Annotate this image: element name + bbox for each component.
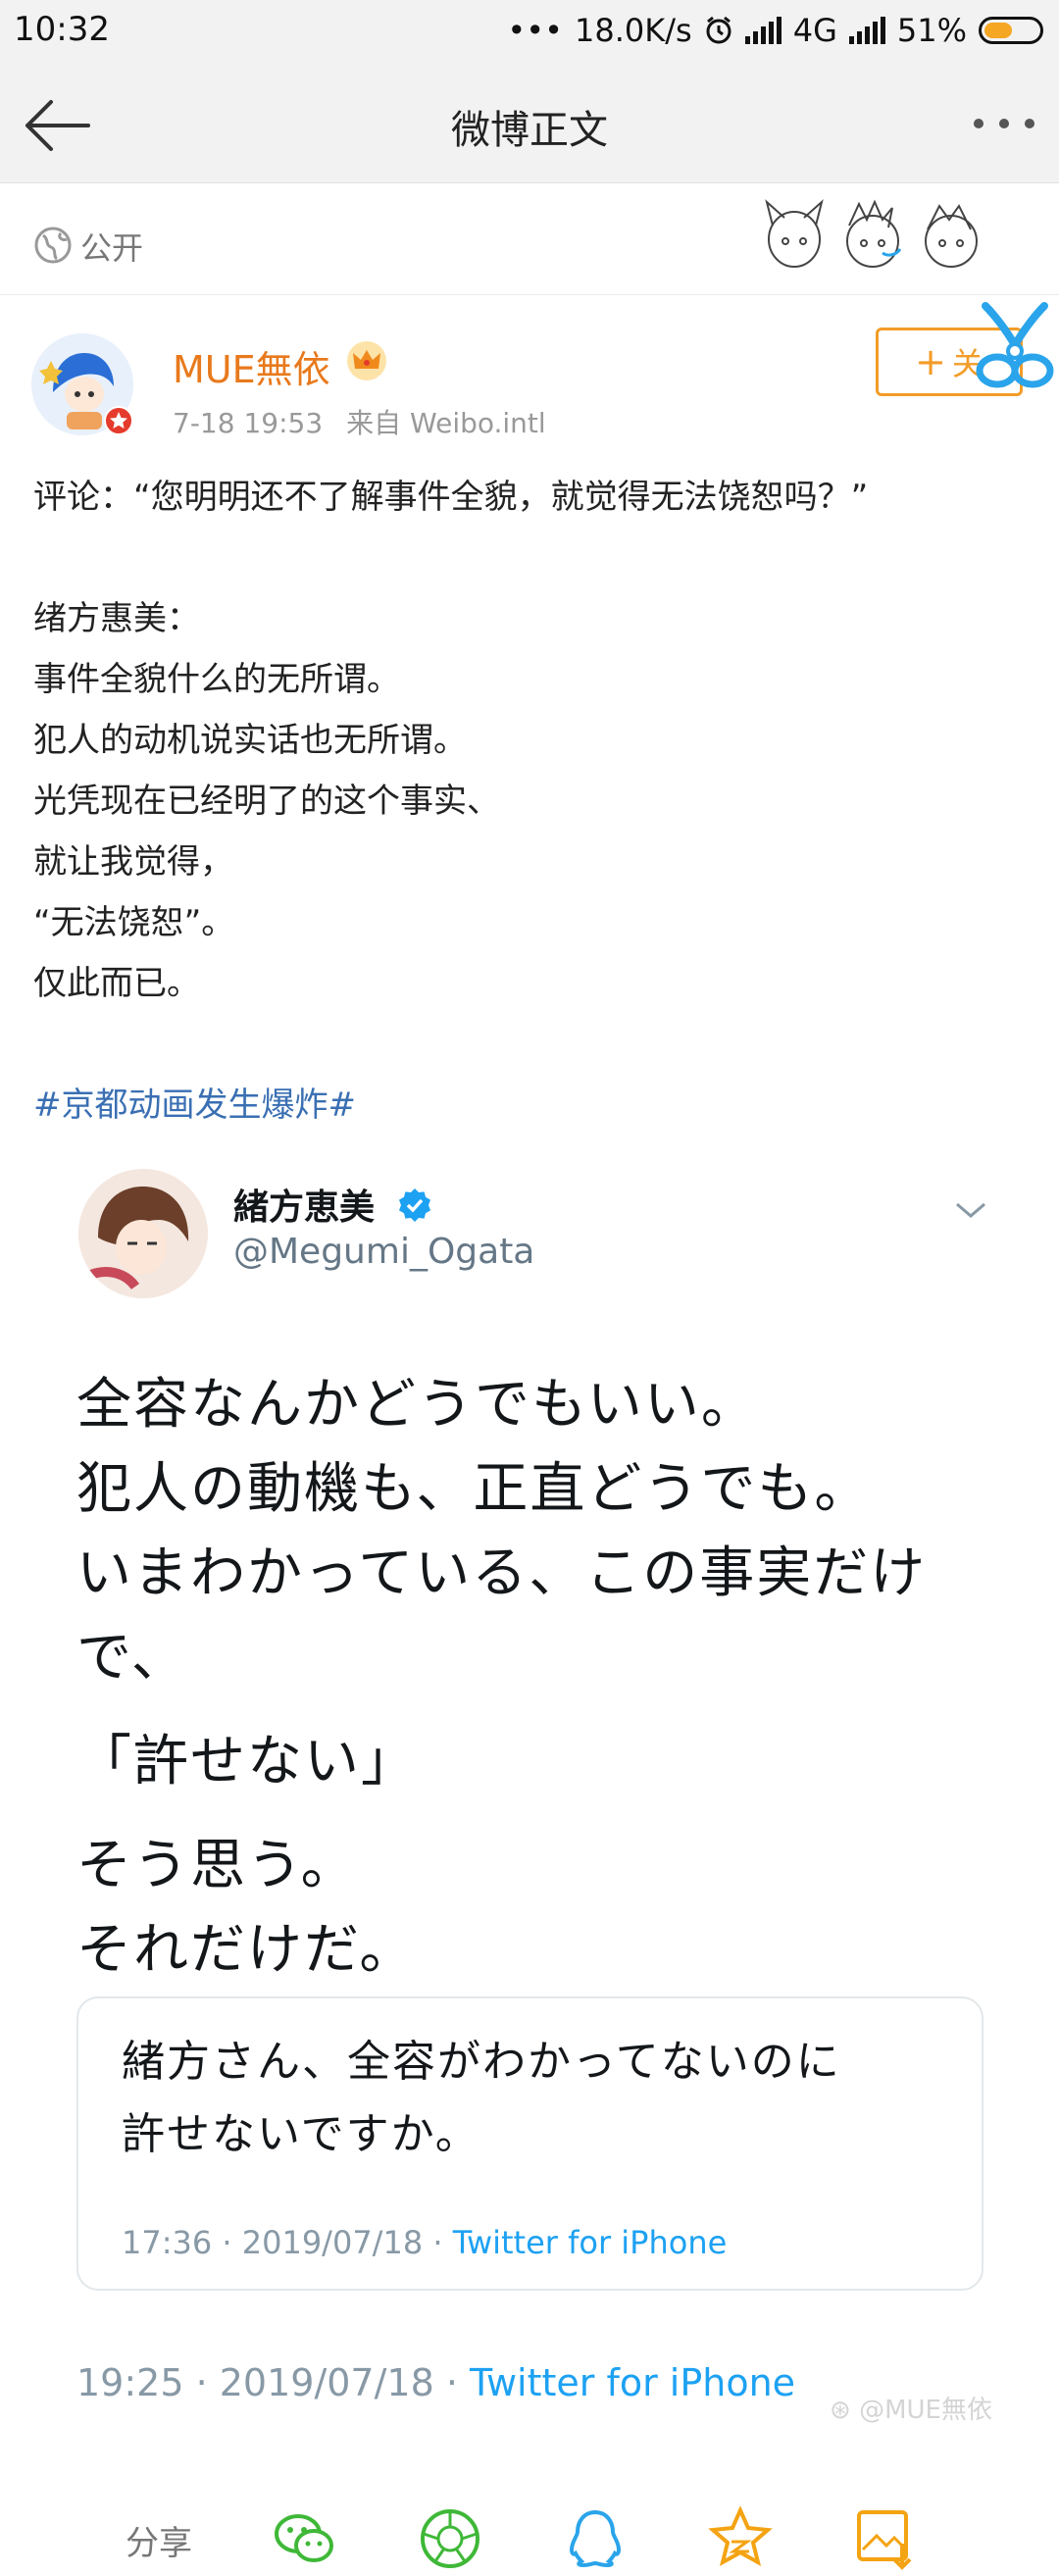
weibo-watermark: ⊛ @MUE無依 [830, 2390, 992, 2426]
signal-icon [744, 17, 782, 44]
post-source: 来自 Weibo.intl [346, 407, 546, 439]
save-image-icon[interactable] [853, 2506, 918, 2571]
twitter-verified-icon [399, 1188, 430, 1222]
post-line: 事件全貌什么的无所谓。 [33, 660, 400, 699]
post-time: 7-18 19:53 [173, 407, 324, 439]
decorative-characters-image [765, 199, 978, 268]
signal-icon-2 [848, 17, 885, 44]
post-line: 绪方惠美： [33, 599, 200, 638]
plus-icon: + [915, 340, 946, 383]
tweet-text-line: で、 [76, 1626, 188, 1690]
qq-icon[interactable] [563, 2506, 628, 2571]
quoted-tweet-text: 緒方さん、全容がわかってないのに 許せないですか。 [122, 2026, 841, 2171]
post-meta: 7-18 19:53 来自 Weibo.intl [173, 402, 546, 441]
tweet-handle: @Megumi_Ogata [233, 1232, 535, 1272]
crown-icon [347, 341, 386, 380]
post-body: 评论：“您明明还不了解事件全貌，就觉得无法饶恕吗？” 绪方惠美： 事件全貌什么的… [33, 467, 1034, 1136]
wechat-icon[interactable] [273, 2506, 337, 2571]
post-line: 光凭现在已经明了的这个事实、 [33, 782, 500, 821]
quoted-text-line: 許せないですか。 [122, 2109, 480, 2159]
post-line: “无法饶恕”。 [33, 903, 235, 942]
tweet-author-name: 緒方恵美 [233, 1187, 376, 1228]
tweet-text-line: いまわかっている、この事実だけ [76, 1541, 928, 1605]
post-line: 仅此而已。 [33, 964, 200, 1003]
status-time: 10:32 [14, 10, 110, 49]
verified-badge-icon [104, 406, 133, 435]
share-label: 分享 [126, 2524, 192, 2563]
battery-percent: 51% [896, 12, 967, 49]
chevron-down-icon [956, 1202, 985, 1218]
post-line-blank [33, 1014, 1034, 1075]
quoted-tweet-time: 17:36 · 2019/07/18 · [122, 2224, 453, 2261]
weibo-logo-icon: ⊛ [830, 2396, 860, 2425]
tweet-client: Twitter for iPhone [470, 2361, 796, 2404]
network-type: 4G [792, 12, 837, 49]
moments-icon[interactable] [418, 2506, 482, 2571]
network-speed: 18.0K/s [575, 12, 692, 49]
tweet-text-line: そう思う。 [76, 1834, 358, 1897]
tweet-avatar-illustration [78, 1169, 208, 1298]
quoted-tweet-meta: 17:36 · 2019/07/18 · Twitter for iPhone [122, 2224, 727, 2261]
tweet-meta: 19:25 · 2019/07/18 · Twitter for iPhone [76, 2361, 795, 2404]
tweet-time: 19:25 · 2019/07/18 · [76, 2361, 471, 2404]
tweet-text-line: 犯人の動機も、正直どうでも。 [76, 1457, 872, 1521]
nav-bar: 微博正文 [0, 69, 1059, 183]
quoted-tweet-client: Twitter for iPhone [452, 2224, 728, 2261]
qzone-icon[interactable] [708, 2506, 773, 2571]
post-line: 评论：“您明明还不了解事件全貌，就觉得无法饶恕吗？” [33, 478, 869, 517]
alarm-icon [706, 16, 731, 44]
quoted-text-line: 緒方さん、全容がわかってないのに [122, 2037, 841, 2087]
status-bar: 10:32 ••• 18.0K/s 4G 51% [0, 0, 1059, 69]
ribbon-badge-icon [976, 302, 1054, 388]
status-dots: ••• [507, 12, 564, 49]
post-line: 犯人的动机说实话也无所谓。 [33, 721, 467, 760]
tweet-text-line: 「許せない」 [76, 1730, 418, 1793]
more-icon[interactable] [969, 104, 1039, 143]
globe-icon [34, 227, 72, 264]
status-right: ••• 18.0K/s 4G 51% [507, 12, 1043, 49]
battery-icon [979, 17, 1043, 44]
tweet-text-line: 全容なんかどうでもいい。 [76, 1373, 758, 1437]
tweet-avatar [78, 1169, 208, 1298]
post-line: 就让我觉得， [33, 842, 233, 882]
visibility-label: 公开 [80, 229, 144, 267]
hashtag-link[interactable]: #京都动画发生爆炸# [33, 1075, 1034, 1136]
watermark-text: @MUE無依 [859, 2396, 992, 2425]
tweet-text: 全容なんかどうでもいい。 犯人の動機も、正直どうでも。 いまわかっている、この事… [76, 1363, 927, 1993]
post-line-blank [33, 528, 1034, 588]
page-title: 微博正文 [451, 108, 608, 153]
author-name[interactable]: MUE無依 [173, 339, 330, 393]
tweet-text-line: それだけだ。 [76, 1918, 417, 1982]
